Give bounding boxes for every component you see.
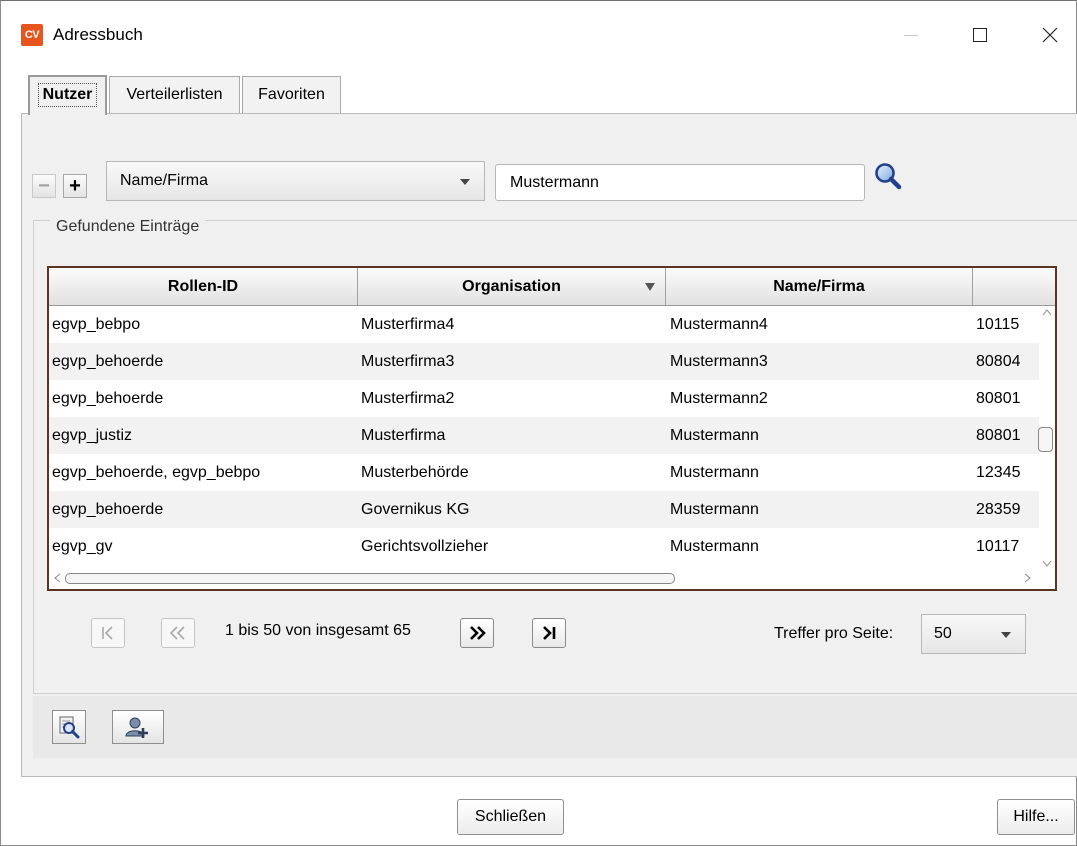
maximize-button[interactable]: [957, 16, 1003, 54]
table-row[interactable]: egvp_behoerde, egvp_bebpo Musterbehörde …: [49, 454, 1039, 491]
table-row[interactable]: egvp_behoerde Governikus KG Mustermann 2…: [49, 491, 1039, 528]
chevron-down-icon: [460, 179, 470, 185]
cell-organisation: Musterfirma4: [361, 316, 455, 333]
cell-organisation: Musterbehörde: [361, 464, 469, 481]
cell-name-firma: Mustermann: [670, 427, 759, 444]
cell-name-firma: Mustermann: [670, 464, 759, 481]
cell-rollen-id: egvp_behoerde, egvp_bebpo: [52, 464, 261, 481]
table-row[interactable]: egvp_behoerde Musterfirma2 Mustermann2 8…: [49, 380, 1039, 417]
double-chevron-left-icon: [169, 626, 185, 640]
cell-postal-code: 28359: [976, 501, 1021, 518]
cell-rollen-id: egvp_justiz: [52, 427, 133, 444]
add-filter-button[interactable]: +: [63, 174, 87, 198]
cell-postal-code: 80801: [976, 390, 1021, 407]
cell-postal-code: 80804: [976, 353, 1021, 370]
results-group-label: Gefundene Einträge: [50, 218, 206, 236]
cell-name-firma: Mustermann2: [670, 390, 768, 407]
minimize-icon: [904, 34, 918, 36]
column-header-rollen-id[interactable]: Rollen-ID: [49, 268, 358, 306]
table-header: Rollen-ID Organisation Name/Firma: [49, 268, 1055, 306]
cell-organisation: Governikus KG: [361, 501, 470, 518]
per-page-value: 50: [934, 625, 952, 642]
cell-name-firma: Mustermann4: [670, 316, 768, 333]
add-contact-button[interactable]: [112, 710, 164, 744]
filter-field-value: Name/Firma: [120, 172, 209, 189]
document-search-icon: [59, 716, 80, 739]
close-button[interactable]: Schließen: [457, 799, 564, 835]
table-row[interactable]: egvp_justiz Musterfirma Mustermann 80801: [49, 417, 1039, 454]
remove-filter-button[interactable]: −: [32, 174, 56, 198]
tab-favoriten[interactable]: Favoriten: [242, 76, 341, 113]
cell-name-firma: Mustermann: [670, 501, 759, 518]
cell-rollen-id: egvp_behoerde: [52, 501, 164, 518]
details-search-button[interactable]: [52, 710, 86, 744]
sort-descending-icon: [645, 283, 655, 291]
filter-field-select[interactable]: Name/Firma: [106, 161, 485, 201]
magnifier-icon: [875, 163, 902, 190]
cell-organisation: Gerichtsvollzieher: [361, 538, 489, 555]
double-chevron-right-icon: [470, 626, 486, 640]
app-logo-icon: CV: [21, 24, 43, 46]
cell-postal-code: 12345: [976, 464, 1021, 481]
close-window-button[interactable]: [1027, 16, 1073, 54]
tab-nutzer[interactable]: Nutzer: [28, 75, 107, 115]
cell-postal-code: 10115: [976, 316, 1020, 333]
column-header-name-firma[interactable]: Name/Firma: [666, 268, 973, 306]
cell-postal-code: 80801: [976, 427, 1021, 444]
cell-rollen-id: egvp_bebpo: [52, 316, 141, 333]
scroll-right-icon[interactable]: [1024, 573, 1032, 585]
help-button[interactable]: Hilfe...: [997, 799, 1075, 835]
pagination-info: 1 bis 50 von insgesamt 65: [225, 622, 411, 639]
add-user-icon: [125, 717, 148, 738]
table-row[interactable]: egvp_behoerde Musterfirma3 Mustermann3 8…: [49, 343, 1039, 380]
cell-rollen-id: egvp_behoerde: [52, 390, 164, 407]
table-row[interactable]: egvp_gv Gerichtsvollzieher Mustermann 10…: [49, 528, 1039, 565]
column-header-extra[interactable]: [973, 268, 1055, 306]
first-page-button[interactable]: [91, 618, 125, 648]
cell-name-firma: Mustermann: [670, 538, 759, 555]
cell-rollen-id: egvp_gv: [52, 538, 113, 555]
close-icon: [1042, 27, 1058, 43]
search-button[interactable]: [872, 162, 904, 192]
tab-label: Nutzer: [37, 83, 98, 107]
next-page-button[interactable]: [460, 618, 494, 648]
per-page-select[interactable]: 50: [921, 614, 1026, 654]
per-page-label: Treffer pro Seite:: [774, 625, 894, 642]
previous-page-button[interactable]: [161, 618, 195, 648]
cell-organisation: Musterfirma3: [361, 353, 455, 370]
table-row[interactable]: egvp_bebpo Musterfirma4 Mustermann4 1011…: [49, 306, 1039, 343]
scroll-left-icon[interactable]: [53, 573, 61, 585]
last-page-button[interactable]: [532, 618, 566, 648]
results-table: Rollen-ID Organisation Name/Firma egvp_b…: [47, 266, 1057, 591]
cell-organisation: Musterfirma2: [361, 390, 455, 407]
cell-organisation: Musterfirma: [361, 427, 446, 444]
column-header-organisation[interactable]: Organisation: [358, 268, 666, 306]
last-page-icon: [543, 626, 556, 640]
window-title: Adressbuch: [53, 25, 143, 44]
first-page-icon: [102, 626, 113, 640]
cell-postal-code: 10117: [976, 538, 1020, 555]
column-header-label: Organisation: [462, 278, 561, 295]
cell-rollen-id: egvp_behoerde: [52, 353, 164, 370]
tab-verteilerlisten[interactable]: Verteilerlisten: [109, 76, 240, 113]
chevron-down-icon: [1001, 632, 1011, 638]
cell-name-firma: Mustermann3: [670, 353, 768, 370]
minimize-button[interactable]: [888, 16, 934, 54]
search-input[interactable]: [495, 164, 865, 201]
scroll-up-icon[interactable]: [1042, 306, 1052, 318]
action-bar: [33, 696, 1077, 758]
vertical-scroll-thumb[interactable]: [1038, 427, 1053, 452]
horizontal-scroll-thumb[interactable]: [65, 573, 675, 584]
maximize-icon: [973, 28, 987, 42]
